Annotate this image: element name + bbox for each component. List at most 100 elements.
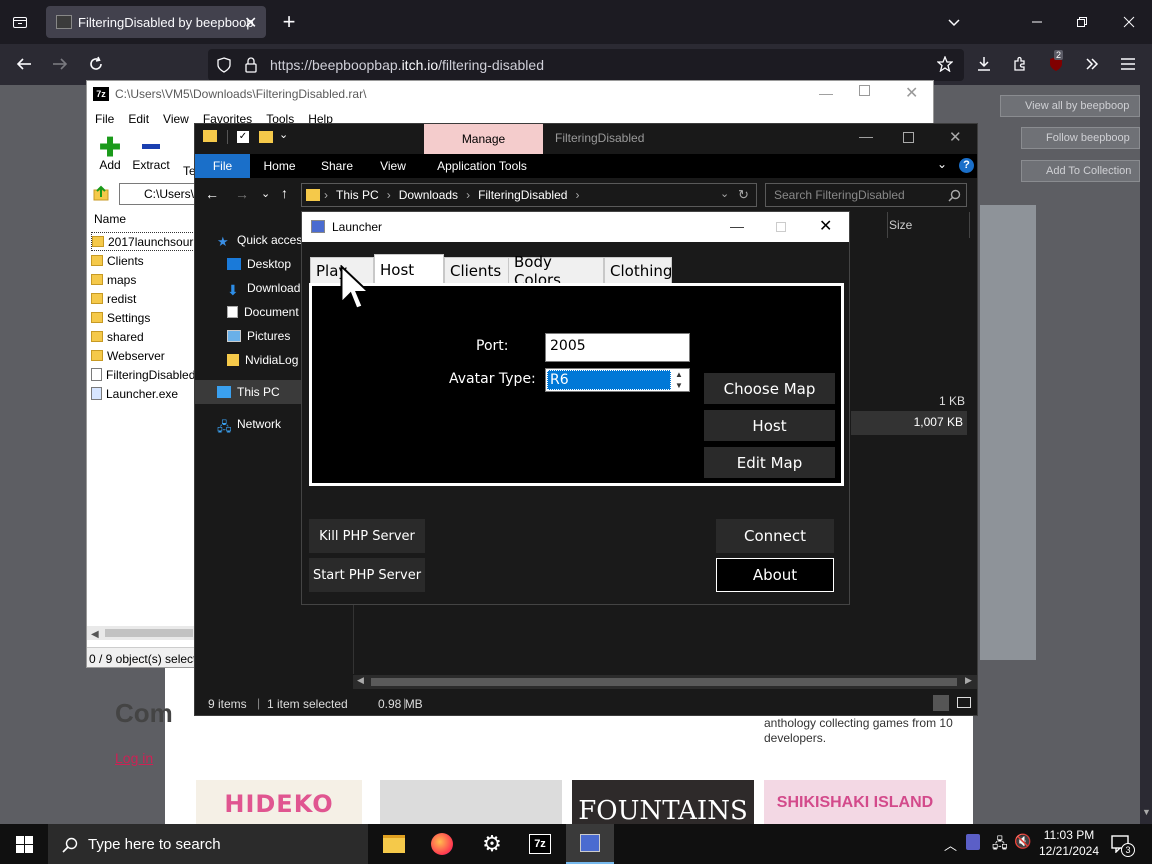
list-item[interactable]: FilteringDisabled	[91, 365, 195, 384]
tab-host[interactable]: Host	[374, 254, 444, 285]
menu-file[interactable]: File	[95, 112, 114, 126]
chevron-up-icon[interactable]: ︿	[944, 835, 957, 854]
list-item[interactable]: shared	[91, 327, 195, 346]
help-icon[interactable]: ?	[959, 158, 974, 173]
taskbar-search-input[interactable]: Type here to search	[48, 824, 368, 864]
up-arrow-icon[interactable]: ↑	[281, 185, 288, 201]
shield-icon[interactable]	[216, 57, 232, 73]
nav-documents[interactable]: Document	[217, 300, 305, 324]
ribbon-tab-home[interactable]: Home	[252, 154, 307, 178]
menu-view[interactable]: View	[163, 112, 189, 126]
tab-clothing[interactable]: Clothing	[604, 257, 672, 284]
large-icons-view-icon[interactable]	[957, 697, 971, 708]
nav-quick-access[interactable]: ★ Quick acces	[217, 228, 305, 252]
recent-locations-icon[interactable]: ⌄	[261, 187, 270, 200]
7zip-path-field[interactable]: C:\Users\	[119, 183, 199, 205]
launcher-close-button[interactable]: ✕	[819, 216, 832, 236]
follow-button[interactable]: Follow beepboop	[1021, 127, 1140, 149]
refresh-icon[interactable]: ↻	[738, 187, 749, 203]
chevron-down-icon[interactable]	[938, 6, 970, 38]
breadcrumb-this-pc[interactable]: This PC	[336, 188, 379, 202]
close-window-button[interactable]	[1113, 6, 1145, 38]
tab-clients[interactable]: Clients	[444, 257, 510, 284]
explorer-back-icon[interactable]: ←	[205, 186, 219, 202]
page-scrollbar[interactable]: ▼	[1140, 85, 1152, 824]
taskbar-clock[interactable]: 11:03 PM 12/21/2024	[1037, 827, 1101, 859]
choose-map-button[interactable]: Choose Map	[704, 373, 835, 404]
explorer-maximize-button[interactable]	[903, 132, 914, 143]
browser-tab[interactable]: FilteringDisabled by beepboop ✕	[46, 6, 266, 38]
scrollbar-thumb[interactable]	[105, 629, 193, 637]
list-item[interactable]: maps	[91, 270, 195, 289]
ribbon-tab-view[interactable]: View	[367, 154, 419, 178]
login-link[interactable]: Log in	[115, 750, 153, 766]
breadcrumb-downloads[interactable]: Downloads	[399, 188, 458, 202]
ribbon-tab-file[interactable]: File	[195, 154, 250, 178]
address-dropdown-icon[interactable]: ⌄	[720, 187, 729, 200]
hamburger-menu-icon[interactable]	[1112, 48, 1144, 80]
quick-access-dropdown-icon[interactable]: ⌄	[279, 128, 288, 141]
file-explorer-taskbar-icon[interactable]	[370, 824, 418, 864]
nav-network[interactable]: 🖧 Network	[217, 412, 281, 436]
name-column-header[interactable]: Name	[94, 212, 126, 226]
tab-body-colors[interactable]: Body Colors	[508, 253, 604, 289]
scrollbar-thumb[interactable]	[371, 678, 957, 686]
nav-desktop[interactable]: Desktop	[217, 252, 305, 276]
launcher-minimize-button[interactable]: —	[730, 218, 744, 234]
avatar-type-select[interactable]: R6 ▲ ▼	[545, 368, 690, 392]
start-button[interactable]	[0, 824, 48, 864]
tab-list-icon[interactable]	[4, 6, 36, 38]
add-to-collection-button[interactable]: Add To Collection	[1021, 160, 1140, 182]
ribbon-tab-application-tools[interactable]: Application Tools	[424, 154, 540, 178]
size-column-header[interactable]: Size	[889, 218, 912, 232]
new-tab-button[interactable]: +	[273, 6, 305, 38]
launcher-taskbar-icon[interactable]	[566, 824, 614, 864]
nav-downloads[interactable]: ⬇ Download	[217, 276, 305, 300]
view-all-button[interactable]: View all by beepboop	[1000, 95, 1140, 117]
forward-icon[interactable]	[44, 48, 76, 80]
game-tile-shikishaki[interactable]: SHIKISHAKI ISLAND	[764, 780, 946, 830]
game-tile-keyboard[interactable]	[380, 780, 562, 830]
7zip-maximize-button[interactable]	[859, 85, 870, 96]
overflow-chevrons-icon[interactable]	[1076, 48, 1108, 80]
add-button[interactable]: ✚ Add	[95, 134, 125, 172]
list-item[interactable]: Webserver	[91, 346, 195, 365]
downloads-icon[interactable]	[968, 48, 1000, 80]
speaker-muted-icon[interactable]: 🔇	[1014, 833, 1031, 850]
app-tray-icon[interactable]	[966, 834, 980, 850]
explorer-forward-icon[interactable]: →	[235, 186, 249, 202]
7zip-minimize-button[interactable]: —	[819, 85, 833, 101]
game-tile-hideko[interactable]: HIDEKO	[196, 780, 362, 830]
ublock-icon[interactable]: 2	[1040, 48, 1072, 80]
details-view-icon[interactable]	[933, 695, 949, 711]
network-tray-icon[interactable]: 🖧	[992, 833, 1008, 857]
game-tile-fountains[interactable]: FOUNTAINS	[572, 780, 754, 830]
scroll-left-icon[interactable]: ◀	[357, 675, 364, 686]
explorer-minimize-button[interactable]: —	[859, 128, 873, 144]
ribbon-expand-chevron-icon[interactable]: ⌄	[937, 157, 947, 171]
lock-icon[interactable]	[244, 57, 258, 73]
extensions-icon[interactable]	[1004, 48, 1036, 80]
firefox-taskbar-icon[interactable]	[418, 824, 466, 864]
scroll-right-icon[interactable]: ▶	[965, 675, 972, 686]
ribbon-tab-share[interactable]: Share	[311, 154, 363, 178]
explorer-horizontal-scrollbar[interactable]: ◀ ▶	[353, 675, 977, 689]
back-icon[interactable]	[8, 48, 40, 80]
close-tab-icon[interactable]: ✕	[244, 13, 257, 33]
port-input[interactable]: 2005	[545, 333, 690, 362]
nav-pictures[interactable]: Pictures	[217, 324, 305, 348]
up-folder-icon[interactable]	[93, 185, 109, 201]
edit-map-button[interactable]: Edit Map	[704, 447, 835, 478]
extract-button[interactable]: Extract	[131, 136, 171, 172]
list-item[interactable]: Clients	[91, 251, 195, 270]
7zip-taskbar-icon[interactable]: 7z	[516, 824, 564, 864]
about-button[interactable]: About	[716, 558, 834, 592]
explorer-address-bar[interactable]: › This PC › Downloads › FilteringDisable…	[301, 183, 757, 207]
minimize-window-button[interactable]	[1021, 6, 1053, 38]
reload-icon[interactable]	[80, 48, 112, 80]
spinner-arrows-icon[interactable]: ▲ ▼	[675, 369, 683, 391]
url-bar[interactable]: https://beepboopbap.itch.io/filtering-di…	[208, 49, 964, 81]
connect-button[interactable]: Connect	[716, 519, 834, 553]
properties-check-icon[interactable]: ✓	[237, 131, 249, 143]
list-item[interactable]: Settings	[91, 308, 195, 327]
